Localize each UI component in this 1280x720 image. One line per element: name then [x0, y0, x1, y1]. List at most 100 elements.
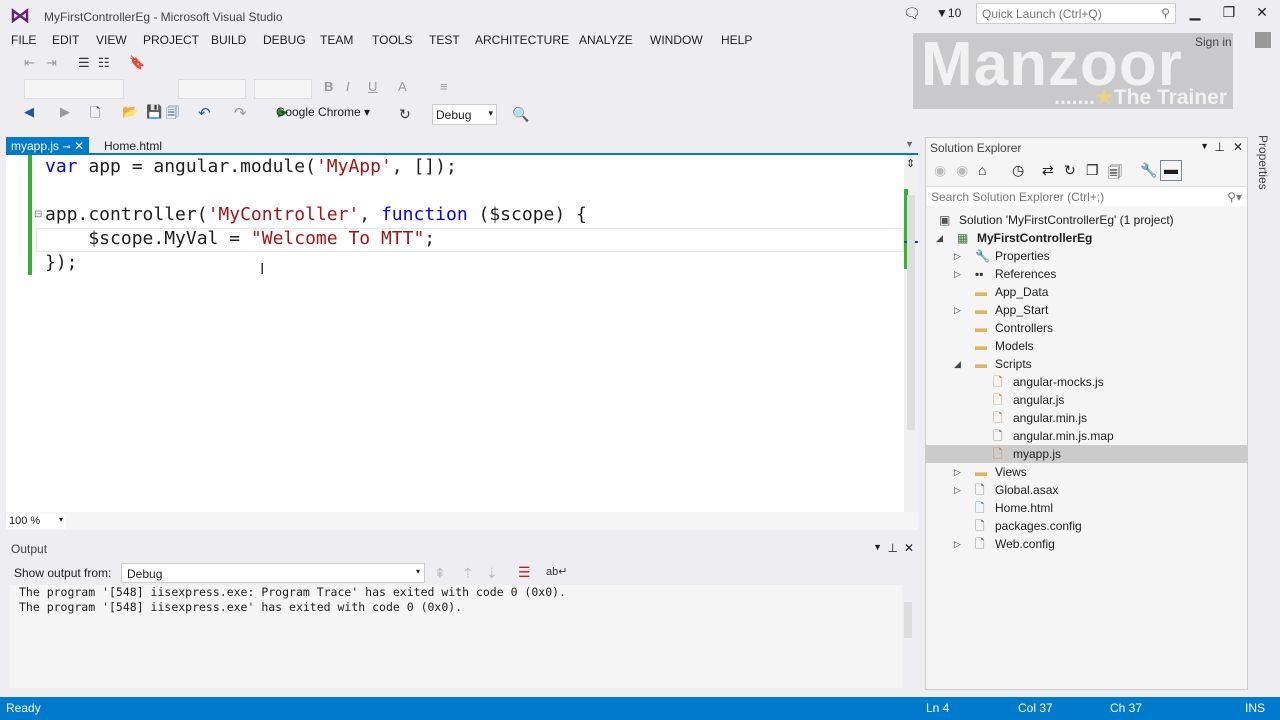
tree-item[interactable]: 🗋 angular.min.js: [926, 409, 1247, 427]
back-icon[interactable]: ◉: [934, 162, 946, 179]
menu-edit[interactable]: EDIT: [52, 33, 79, 47]
sync-icon[interactable]: ⇄: [1042, 162, 1054, 179]
menu-build[interactable]: BUILD: [211, 33, 246, 47]
tree-item[interactable]: ▷ ▬ Views: [926, 463, 1247, 481]
refresh-icon[interactable]: ↻: [1064, 162, 1076, 179]
tree-item[interactable]: ▷ ▪▪ References: [926, 265, 1247, 283]
notifications-button[interactable]: ▼10: [936, 6, 961, 20]
find-icon[interactable]: 🔍: [512, 106, 529, 123]
menu-help[interactable]: HELP: [721, 33, 752, 47]
expand-arrow-icon[interactable]: ▷: [954, 481, 961, 499]
close-tab-icon[interactable]: ✕: [74, 139, 84, 153]
tree-item[interactable]: ◢ ▦ MyFirstControllerEg: [926, 229, 1247, 247]
tree-item[interactable]: 🗋 Home.html: [926, 499, 1247, 517]
tab-home-html[interactable]: Home.html: [99, 137, 167, 154]
tab-myapp-js[interactable]: myapp.js ⊸ ✕: [6, 137, 90, 154]
expand-arrow-icon[interactable]: ▷: [954, 301, 961, 319]
menu-debug[interactable]: DEBUG: [263, 33, 306, 47]
style-dropdown[interactable]: [178, 79, 246, 99]
comment-icon[interactable]: ☰: [78, 55, 90, 71]
collapse-icon[interactable]: ⊟: [34, 209, 42, 220]
menu-window[interactable]: WINDOW: [650, 33, 703, 47]
menu-team[interactable]: TEAM: [320, 33, 353, 47]
pin-icon[interactable]: ⊸: [62, 142, 70, 153]
save-all-icon[interactable]: 🗐: [166, 104, 179, 126]
menu-test[interactable]: TEST: [429, 33, 460, 47]
redo-icon[interactable]: ↷: [234, 104, 247, 122]
tree-item[interactable]: ▣ Solution 'MyFirstControllerEg' (1 proje…: [926, 211, 1247, 229]
panel-menu-icon[interactable]: ▼: [1200, 141, 1209, 151]
previous-message-icon[interactable]: ⇡: [462, 565, 474, 582]
properties-icon[interactable]: 🔧: [1140, 162, 1157, 179]
word-wrap-icon[interactable]: ab↵: [546, 565, 567, 578]
sign-in-link[interactable]: Sign in: [1195, 35, 1232, 49]
undo-icon[interactable]: ↶: [198, 104, 211, 122]
menu-project[interactable]: PROJECT: [143, 33, 199, 47]
forward-icon[interactable]: ▶: [60, 104, 70, 120]
tree-item[interactable]: ▷ 🔧 Properties: [926, 247, 1247, 265]
configuration-dropdown[interactable]: Debug ▾: [432, 104, 497, 125]
italic-icon[interactable]: I: [346, 79, 350, 94]
expand-arrow-icon[interactable]: ▷: [954, 247, 961, 265]
tree-item[interactable]: 🗋 myapp.js: [926, 445, 1247, 463]
tree-item[interactable]: ▬ App_Data: [926, 283, 1247, 301]
collapse-all-icon[interactable]: ❐: [1086, 162, 1099, 179]
outdent-icon[interactable]: ⇤: [24, 55, 35, 71]
forward-icon[interactable]: ◉: [956, 162, 968, 179]
open-file-icon[interactable]: 📂: [122, 104, 138, 120]
minimize-button[interactable]: ▁: [1183, 4, 1207, 24]
pin-icon[interactable]: ⊥: [1215, 140, 1225, 154]
tree-item[interactable]: 🗋 angular.min.js.map: [926, 427, 1247, 445]
expand-arrow-icon[interactable]: ▷: [954, 463, 961, 481]
editor-vertical-scrollbar[interactable]: ⇕: [904, 155, 918, 512]
close-panel-icon[interactable]: ✕: [1233, 140, 1243, 154]
refresh-icon[interactable]: ↻: [399, 106, 411, 123]
tree-item[interactable]: 🗋 angular.js: [926, 391, 1247, 409]
solution-search-input[interactable]: Search Solution Explorer (Ctrl+;) ⚲▾: [927, 186, 1246, 206]
home-icon[interactable]: ⌂: [978, 162, 986, 178]
save-icon[interactable]: 💾: [146, 104, 162, 120]
panel-menu-icon[interactable]: ▼: [873, 542, 882, 552]
menu-tools[interactable]: TOOLS: [372, 33, 412, 47]
tab-overflow-icon[interactable]: ▼: [905, 139, 914, 149]
menu-view[interactable]: VIEW: [96, 33, 127, 47]
tree-item[interactable]: ▷ 🗋 Web.config: [926, 535, 1247, 553]
pin-icon[interactable]: ⊥: [888, 541, 898, 555]
close-panel-icon[interactable]: ✕: [904, 541, 914, 555]
menu-file[interactable]: FILE: [11, 33, 36, 47]
preview-icon[interactable]: ▬: [1160, 160, 1182, 181]
quick-launch-input[interactable]: Quick Launch (Ctrl+Q) ⚲: [976, 3, 1176, 24]
find-message-icon[interactable]: ⇞: [434, 565, 446, 582]
zoom-level-dropdown[interactable]: 100 % ▾: [6, 514, 66, 529]
clear-all-icon[interactable]: ☰: [518, 564, 531, 581]
collapse-arrow-icon[interactable]: ◢: [936, 229, 943, 247]
show-all-files-icon[interactable]: 🗐: [1108, 162, 1122, 186]
debug-target-button[interactable]: Google Chrome ▾: [276, 105, 370, 119]
font-dropdown[interactable]: [24, 79, 124, 99]
tree-item[interactable]: ◢ ▬ Scripts: [926, 355, 1247, 373]
menu-architecture[interactable]: ARCHITECTURE: [475, 33, 569, 47]
indent-icon[interactable]: ⇥: [46, 55, 57, 71]
properties-side-tab[interactable]: Properties: [1254, 135, 1270, 195]
bookmark-icon[interactable]: 🔖: [129, 55, 145, 71]
tree-item[interactable]: ▬ Controllers: [926, 319, 1247, 337]
tree-item[interactable]: ▷ 🗋 Global.asax: [926, 481, 1247, 499]
output-source-dropdown[interactable]: Debug ▾: [121, 563, 425, 583]
new-project-icon[interactable]: 🗋: [90, 104, 100, 126]
align-icon[interactable]: ≡: [440, 79, 448, 94]
size-dropdown[interactable]: [254, 79, 312, 99]
user-icon[interactable]: [1255, 32, 1271, 48]
back-icon[interactable]: ◀: [24, 104, 34, 120]
restore-button[interactable]: ❐: [1217, 4, 1241, 24]
expand-arrow-icon[interactable]: ▷: [954, 535, 961, 553]
collapse-arrow-icon[interactable]: ◢: [954, 355, 961, 373]
feedback-icon[interactable]: 🗨: [903, 5, 921, 22]
next-message-icon[interactable]: ⇣: [486, 565, 498, 582]
expand-arrow-icon[interactable]: ▷: [954, 265, 961, 283]
tree-item[interactable]: 🗋 packages.config: [926, 517, 1247, 535]
tree-item[interactable]: 🗋 angular-mocks.js: [926, 373, 1247, 391]
bold-icon[interactable]: B: [324, 79, 333, 94]
close-button[interactable]: ✕: [1250, 4, 1274, 24]
split-icon[interactable]: ⇕: [906, 157, 915, 170]
underline-icon[interactable]: U: [368, 79, 377, 94]
